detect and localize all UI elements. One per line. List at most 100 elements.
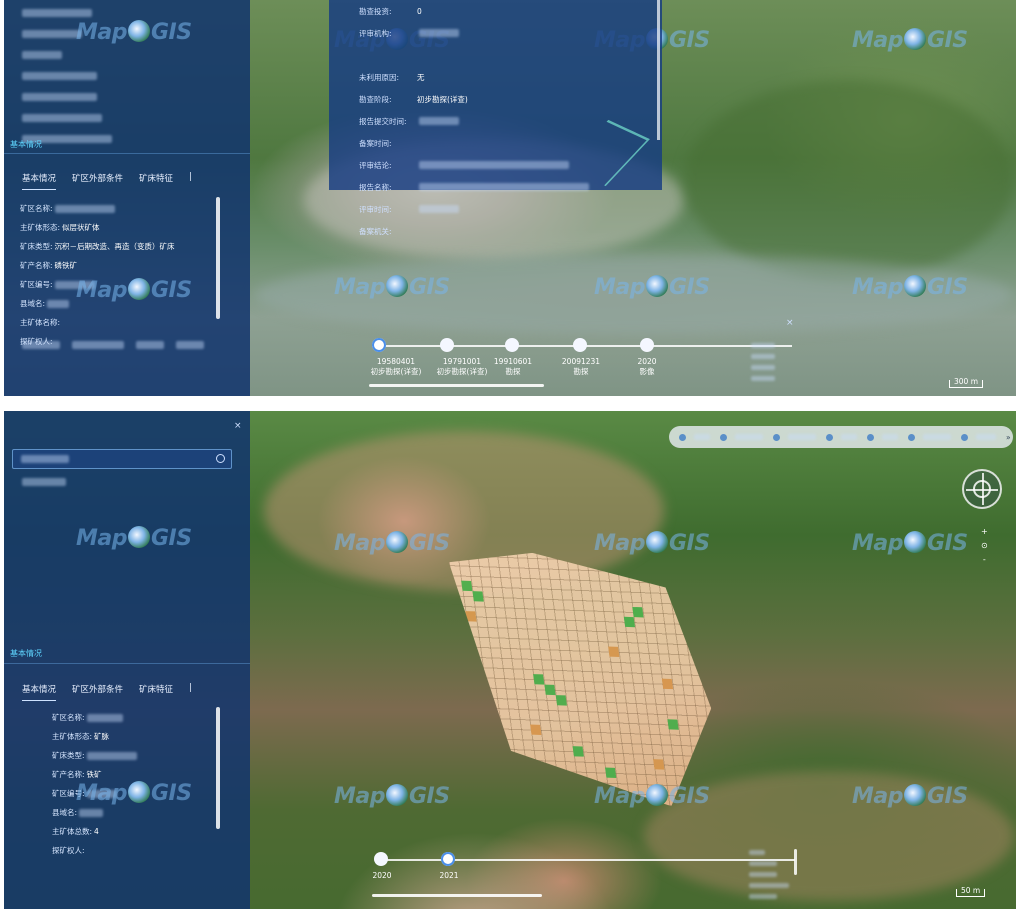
toolbar-button[interactable] [826, 433, 859, 441]
toolbar-button[interactable] [961, 433, 998, 441]
tab-deposit[interactable]: 矿床特征 [139, 683, 173, 701]
globe-icon [128, 781, 150, 803]
time-scrollbar[interactable] [369, 384, 544, 387]
close-icon[interactable]: × [786, 318, 794, 328]
mine-list-item[interactable] [4, 86, 250, 107]
popup-scrollbar[interactable] [657, 0, 660, 140]
reset-view-icon[interactable]: ⊙ [981, 539, 988, 553]
globe-icon [904, 784, 926, 806]
zoom-out-icon[interactable]: - [981, 553, 988, 567]
globe-icon [128, 278, 150, 300]
mapgis-watermark: MapGIS [76, 526, 192, 551]
search-input[interactable] [12, 449, 232, 469]
time-label: 19791001 初步勘探(详查) [436, 357, 488, 376]
layer-link[interactable] [747, 891, 791, 902]
globe-icon [646, 784, 668, 806]
field-scrollbar[interactable] [216, 197, 220, 319]
action-link[interactable] [174, 340, 206, 349]
time-node[interactable] [372, 338, 386, 352]
close-icon[interactable]: × [234, 421, 242, 431]
mapgis-watermark: MapGIS [594, 275, 710, 300]
time-node[interactable] [573, 338, 587, 352]
tab-basic[interactable]: 基本情况 [22, 172, 57, 190]
mapgis-watermark: MapGIS [334, 531, 450, 556]
search-icon[interactable] [216, 454, 225, 463]
action-link[interactable] [70, 340, 126, 349]
layer-link[interactable] [749, 373, 777, 384]
scale-bar: 50 m [956, 887, 986, 897]
mapgis-watermark: MapGIS [334, 275, 450, 300]
time-slider[interactable]: 2020 2021 [367, 847, 797, 907]
globe-icon [904, 531, 926, 553]
action-links [20, 340, 206, 349]
tab-deposit[interactable]: 矿床特征 [139, 172, 173, 190]
popup-row: 评审机构: [329, 22, 662, 44]
time-slider[interactable]: 19580401 初步勘探(详查) 19791001 初步勘探(详查) 199106… [364, 333, 794, 393]
mine-list-item[interactable] [4, 107, 250, 128]
layer-links [747, 847, 791, 902]
time-node[interactable] [374, 852, 388, 866]
tool-icon [961, 433, 968, 441]
layer-link[interactable] [749, 351, 777, 362]
timeline-scrollbar[interactable] [794, 849, 797, 875]
globe-icon [128, 526, 150, 548]
time-node[interactable] [441, 852, 455, 866]
layer-link[interactable] [747, 847, 791, 858]
left-sidebar: 基本情况 基本情况 矿区外部条件 矿床特征 | 矿区名称: 主矿体形态: 似层状矿… [4, 0, 250, 396]
mapgis-watermark: MapGIS [334, 784, 450, 809]
time-node[interactable] [640, 338, 654, 352]
toolbar-button[interactable] [679, 433, 712, 441]
layer-link[interactable] [747, 858, 791, 869]
globe-icon [904, 28, 926, 50]
mapgis-watermark: MapGIS [852, 275, 968, 300]
tab-more[interactable]: | [189, 683, 192, 701]
globe-icon [904, 275, 926, 297]
time-node[interactable] [505, 338, 519, 352]
layer-link[interactable] [747, 880, 791, 891]
action-link[interactable] [20, 340, 62, 349]
field-row: 主矿体名称: [20, 318, 61, 327]
mapgis-watermark: MapGIS [852, 784, 968, 809]
mapgis-watermark: MapGIS [852, 28, 968, 53]
tab-external[interactable]: 矿区外部条件 [72, 683, 123, 701]
zoom-in-icon[interactable]: + [981, 525, 988, 539]
mine-list-item[interactable] [4, 44, 250, 65]
field-row: 矿产名称: 磷铁矿 [20, 261, 78, 270]
tool-icon [826, 433, 833, 441]
left-sidebar: × 基本情况 基本情况 矿区外部条件 矿床特征 | 矿区名称: 主矿体形态: 矿脉… [4, 411, 250, 909]
time-scrollbar[interactable] [372, 894, 542, 897]
search-result[interactable] [20, 477, 68, 486]
divider [4, 663, 250, 664]
field-row: 主矿体形态: 似层状矿体 [20, 223, 100, 232]
mine-viewer-panel-top: MapGIS MapGIS MapGIS MapGIS MapGIS MapGI… [4, 0, 1016, 396]
mine-list-item[interactable] [4, 65, 250, 86]
layer-link[interactable] [747, 869, 791, 880]
tab-more[interactable]: | [189, 172, 192, 190]
field-scrollbar[interactable] [216, 707, 220, 829]
field-row: 主矿体总数: 4 [52, 827, 99, 836]
time-label: 20091231 勘探 [561, 357, 601, 376]
mapgis-watermark: MapGIS [76, 20, 192, 45]
globe-icon [386, 784, 408, 806]
info-tabs: 基本情况 矿区外部条件 矿床特征 | [22, 172, 222, 190]
time-node[interactable] [440, 338, 454, 352]
tab-external[interactable]: 矿区外部条件 [72, 172, 123, 190]
action-link[interactable] [134, 340, 166, 349]
popup-row: 勘查投资: 0 [359, 6, 422, 16]
tool-icon [908, 433, 915, 441]
toolbar-button[interactable] [867, 433, 900, 441]
toolbar-expand-button[interactable]: » [1006, 433, 1011, 442]
popup-row: 勘查阶段: 初步勘探(详查) [359, 94, 468, 104]
tool-icon [773, 433, 780, 441]
layer-links [749, 340, 777, 384]
tab-basic[interactable]: 基本情况 [22, 683, 57, 701]
layer-link[interactable] [749, 340, 777, 351]
toolbar-button[interactable] [908, 433, 953, 441]
layer-link[interactable] [749, 362, 777, 373]
forest-area [684, 80, 1014, 280]
time-label: 2021 [439, 871, 459, 880]
scale-bar: 300 m [949, 378, 984, 388]
toolbar-button[interactable] [773, 433, 818, 441]
compass-icon[interactable] [962, 469, 1002, 509]
toolbar-button[interactable] [720, 433, 765, 441]
